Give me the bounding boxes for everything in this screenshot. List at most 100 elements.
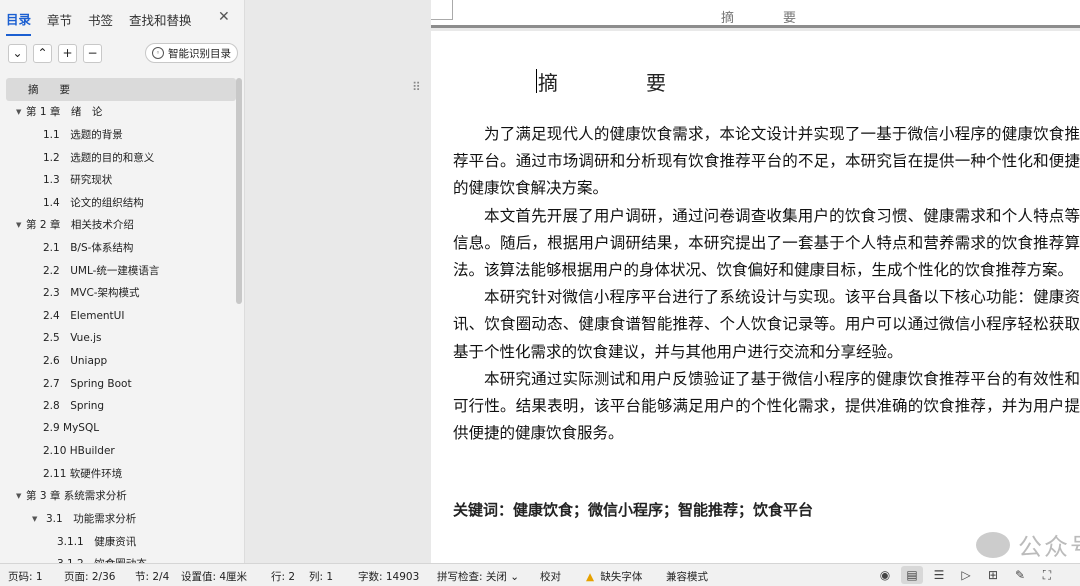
fullscreen-icon[interactable]: ⛶ [1036, 566, 1058, 584]
status-bar: 页码: 1 页面: 2/36 节: 2/4 设置值: 4厘米 行: 2 列: 1… [0, 563, 1080, 586]
page-corner-mark [431, 0, 453, 20]
warning-icon: ▲ [586, 571, 595, 583]
document-area: 摘 要 ⠿ 摘 要 为了满足现代人的健康饮食需求，本论文设计并实现了一基于微信小… [246, 0, 1080, 563]
wechat-logo-icon [976, 531, 1010, 558]
collapse-up-button[interactable]: ⌃ [33, 43, 52, 63]
outline-view-icon[interactable]: ☰ [928, 566, 950, 584]
smart-toc-label: 智能识别目录 [168, 47, 231, 60]
paragraph[interactable]: 本研究针对微信小程序平台进行了系统设计与实现。该平台具备以下核心功能：健康资讯、… [453, 284, 1080, 366]
toc-item-label: 2.9 MySQL [43, 422, 100, 435]
toc-item[interactable]: ▼ 第 2 章 相关技术介绍 [6, 214, 236, 237]
toc-item[interactable]: 2.1 B/S-体系结构 [6, 236, 236, 259]
toc-item[interactable]: 2.5 Vue.js [6, 327, 236, 350]
navigation-pane: 目录 章节 书签 查找和替换 ✕ ⌄ ⌃ + − ◦ 智能识别目录 摘 要 ▼ 第 … [0, 0, 245, 570]
expand-arrow-icon[interactable]: ▼ [16, 492, 26, 500]
close-pane-icon[interactable]: ✕ [218, 9, 230, 25]
abstract-body[interactable]: 为了满足现代人的健康饮食需求，本论文设计并实现了一基于微信小程序的健康饮食推荐平… [453, 121, 1080, 447]
text-cursor [536, 69, 537, 93]
toc-item-label: 1.1 选题的背景 [43, 128, 123, 141]
tab-bookmarks[interactable]: 书签 [88, 2, 113, 35]
keywords-line[interactable]: 关键词：健康饮食；微信小程序；智能推荐；饮食平台 [453, 499, 813, 520]
toc-item[interactable]: 2.3 MVC-架构模式 [6, 281, 236, 304]
toc-item[interactable]: 3.1.1 健康资讯 [6, 530, 236, 553]
collapse-down-button[interactable]: ⌄ [8, 43, 27, 63]
toc-item-label: 2.5 Vue.js [43, 332, 102, 345]
spell-check-toggle[interactable]: 拼写检查: 关闭 ⌄ [437, 569, 519, 584]
toc-item-label: 2.2 UML-统一建模语言 [43, 264, 160, 277]
toc-item[interactable]: ▼ 第 3 章 系统需求分析 [6, 485, 236, 508]
toc-item-label: 2.10 HBuilder [43, 444, 115, 457]
expand-arrow-icon[interactable]: ▼ [16, 108, 26, 116]
toc-item-label: 第 3 章 系统需求分析 [26, 490, 127, 503]
toc-scrollbar[interactable] [236, 78, 242, 304]
tab-find-replace[interactable]: 查找和替换 [129, 2, 192, 35]
proofread-button[interactable]: 校对 [540, 569, 561, 584]
toc-item-label: 2.8 Spring [43, 400, 105, 413]
toc-item[interactable]: 2.11 软硬件环境 [6, 462, 236, 485]
toc-item[interactable]: ▼ 3.1 功能需求分析 [6, 507, 236, 530]
toc-item[interactable]: 2.6 Uniapp [6, 349, 236, 372]
play-icon[interactable]: ▷ [955, 566, 977, 584]
toc-item-label: 第 2 章 相关技术介绍 [26, 219, 134, 232]
toc-item-label: 2.11 软硬件环境 [43, 467, 123, 480]
page-view-icon[interactable]: ▤ [901, 566, 923, 584]
toc-item[interactable]: 2.4 ElementUI [6, 304, 236, 327]
toc-item[interactable]: 2.10 HBuilder [6, 440, 236, 463]
toc-item-label: 2.6 Uniapp [43, 354, 108, 367]
toc-item[interactable]: 2.7 Spring Boot [6, 372, 236, 395]
missing-font-label: 缺失字体 [600, 571, 643, 583]
paragraph[interactable]: 本文首先开展了用户调研，通过问卷调查收集用户的饮食习惯、健康需求和个人特点等信息… [453, 203, 1080, 285]
status-section[interactable]: 节: 2/4 [135, 569, 169, 584]
page-content: 摘 要 为了满足现代人的健康饮食需求，本论文设计并实现了一基于微信小程序的健康饮… [246, 31, 1080, 563]
status-row[interactable]: 行: 2 [271, 569, 295, 584]
nav-tabs: 目录 章节 书签 查找和替换 [0, 0, 244, 36]
status-page-number[interactable]: 页码: 1 [8, 569, 43, 584]
add-heading-button[interactable]: + [58, 43, 77, 63]
spell-check-label: 拼写检查: 关闭 [437, 571, 507, 583]
status-position[interactable]: 设置值: 4厘米 [181, 569, 247, 584]
toc-item[interactable]: 1.1 选题的背景 [6, 123, 236, 146]
toc-item-label: 摘 要 [28, 83, 70, 96]
status-page-count[interactable]: 页面: 2/36 [64, 569, 115, 584]
missing-font-button[interactable]: ▲ 缺失字体 [586, 569, 642, 584]
status-column[interactable]: 列: 1 [309, 569, 333, 584]
toc-item-label: 3.1 功能需求分析 [46, 513, 137, 526]
paragraph[interactable]: 为了满足现代人的健康饮食需求，本论文设计并实现了一基于微信小程序的健康饮食推荐平… [453, 121, 1080, 203]
tab-toc[interactable]: 目录 [6, 1, 32, 36]
toc-item[interactable]: 1.2 选题的目的和意义 [6, 146, 236, 169]
toc-item[interactable]: 2.2 UML-统一建模语言 [6, 259, 236, 282]
document-title[interactable]: 摘 要 [538, 67, 700, 96]
toc-item[interactable]: 1.3 研究现状 [6, 168, 236, 191]
toc-item[interactable]: 2.8 Spring [6, 394, 236, 417]
toc-item-label: 1.4 论文的组织结构 [43, 196, 144, 209]
view-controls: ◉ ▤ ☰ ▷ ⊞ ✎ ⛶ [874, 566, 1063, 584]
toc-item[interactable]: 摘 要 [6, 78, 236, 101]
watermark: 公众号 · 码蜂窝源码 [976, 527, 1080, 562]
smart-recognize-icon: ◦ [152, 47, 164, 59]
toc-item-label: 1.2 选题的目的和意义 [43, 151, 155, 164]
smart-toc-button[interactable]: ◦ 智能识别目录 [145, 43, 238, 63]
compat-mode-label: 兼容模式 [666, 571, 708, 583]
toc-item[interactable]: ▼ 第 1 章 绪 论 [6, 101, 236, 124]
toc-item-label: 3.1.1 健康资讯 [57, 535, 137, 548]
toc-item[interactable]: 2.9 MySQL [6, 417, 236, 440]
toc-item-label: 第 1 章 绪 论 [26, 106, 103, 119]
toc-item[interactable]: 1.4 论文的组织结构 [6, 191, 236, 214]
expand-arrow-icon[interactable]: ▼ [32, 515, 42, 523]
status-word-count[interactable]: 字数: 14903 [358, 569, 419, 584]
chevron-down-icon: ⌄ [510, 571, 520, 583]
tab-sections[interactable]: 章节 [47, 2, 72, 35]
previous-page-bottom: 摘 要 [431, 0, 1080, 28]
expand-arrow-icon[interactable]: ▼ [16, 221, 26, 229]
toc-item-label: 2.3 MVC-架构模式 [43, 287, 140, 300]
remove-heading-button[interactable]: − [83, 43, 102, 63]
paragraph[interactable]: 本研究通过实际测试和用户反馈验证了基于微信小程序的健康饮食推荐平台的有效性和可行… [453, 366, 1080, 448]
toc-item-label: 2.4 ElementUI [43, 309, 125, 322]
toc-list: 摘 要 ▼ 第 1 章 绪 论 1.1 选题的背景 1.2 选题的目的和意义 1.3 研究… [6, 78, 236, 575]
web-layout-icon[interactable]: ⊞ [982, 566, 1004, 584]
eye-protect-icon[interactable]: ◉ [874, 566, 896, 584]
pen-icon[interactable]: ✎ [1009, 566, 1031, 584]
toc-item-label: 2.7 Spring Boot [43, 377, 132, 390]
toc-item-label: 2.1 B/S-体系结构 [43, 241, 134, 254]
toc-item-label: 1.3 研究现状 [43, 174, 113, 187]
